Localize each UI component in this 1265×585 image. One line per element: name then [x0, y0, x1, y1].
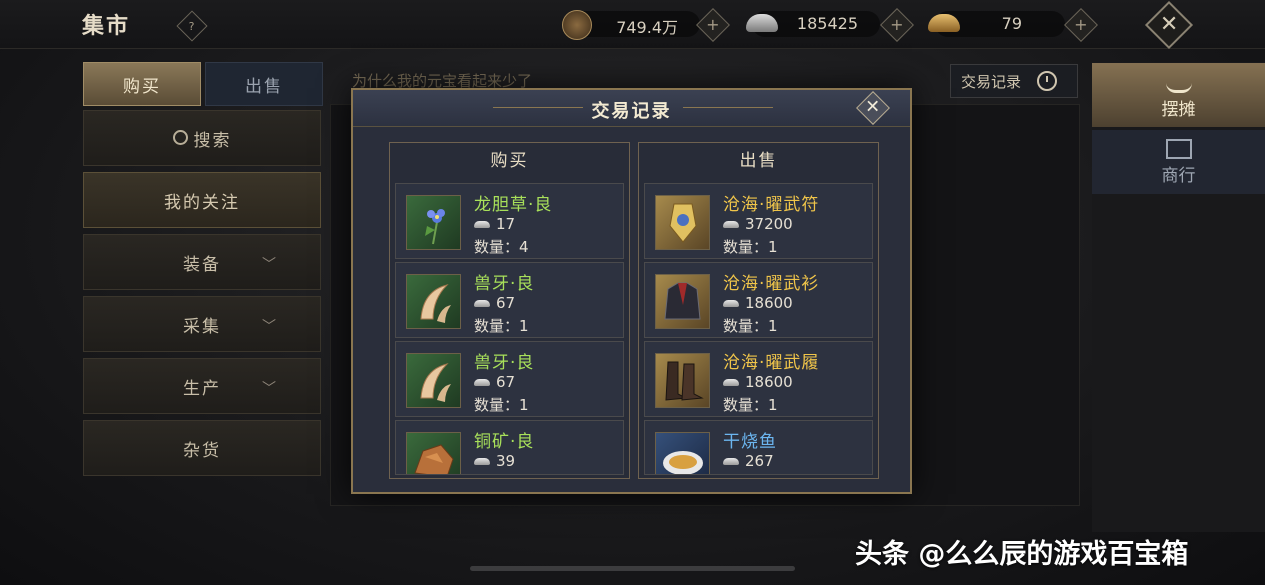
beast-fang-icon [406, 274, 461, 329]
item-name: 兽牙·良 [474, 274, 535, 294]
sidebar-item-misc[interactable]: 杂货 [83, 420, 321, 476]
list-item[interactable]: 铜矿·良 39 [395, 420, 624, 475]
close-icon: ✕ [865, 97, 881, 118]
silver-ingot-icon [474, 378, 490, 386]
search-label: 搜索 [193, 130, 232, 151]
item-name: 铜矿·良 [474, 432, 535, 452]
robe-icon [655, 274, 710, 329]
gentian-herb-icon [406, 195, 461, 250]
item-quantity: 数量：1 [474, 317, 529, 335]
item-quantity: 数量：1 [723, 317, 778, 335]
gold-ingot-icon [928, 14, 960, 32]
dialog-title: 交易记录 [591, 101, 672, 122]
item-price: 67 [474, 373, 515, 391]
item-price: 39 [474, 452, 515, 470]
clock-icon [1037, 71, 1058, 91]
beast-fang-icon [406, 353, 461, 408]
item-quantity: 数量：4 [474, 238, 529, 256]
braised-fish-icon [655, 432, 710, 474]
list-item[interactable]: 沧海·曜武履 18600 数量：1 [644, 341, 873, 417]
item-quantity: 数量：1 [723, 396, 778, 414]
item-name: 龙胆草·良 [474, 195, 553, 215]
sidebar-item-equipment[interactable]: 装备 ﹀ [83, 234, 321, 290]
list-item[interactable]: 沧海·曜武衫 18600 数量：1 [644, 262, 873, 338]
watermark: 头条 @么么辰的游戏百宝箱 [855, 539, 1189, 570]
trade-record-button[interactable]: 交易记录 [950, 64, 1078, 98]
silver-ingot-icon [746, 14, 778, 32]
shop-icon [1165, 138, 1192, 159]
page-title: 集市 [82, 14, 131, 39]
item-price: 17 [474, 215, 515, 233]
silver-ingot-icon [723, 457, 739, 465]
tab-shop[interactable]: 商行 [1092, 130, 1265, 194]
sidebar-item-gathering[interactable]: 采集 ﹀ [83, 296, 321, 352]
chevron-down-icon: ﹀ [262, 381, 278, 397]
chevron-down-icon: ﹀ [262, 319, 278, 335]
tab-buy[interactable]: 购买 [83, 62, 201, 106]
home-indicator [470, 566, 795, 571]
item-price: 67 [474, 294, 515, 312]
trade-record-dialog: 交易记录 ✕ 购买 龙胆草·良 17 数量：4 兽牙·良 67 数量：1 兽牙·… [351, 88, 912, 494]
list-item[interactable]: 沧海·曜武符 37200 数量：1 [644, 183, 873, 259]
silver-ingot-icon [474, 220, 490, 228]
copper-coin-icon [562, 10, 592, 40]
item-price: 18600 [723, 294, 793, 312]
buy-column-header: 购买 [490, 151, 529, 171]
sidebar-item-production[interactable]: 生产 ﹀ [83, 358, 321, 414]
list-item[interactable]: 兽牙·良 67 数量：1 [395, 341, 624, 417]
search-button[interactable]: 搜索 [83, 110, 321, 166]
item-price: 18600 [723, 373, 793, 391]
chevron-down-icon: ﹀ [262, 257, 278, 273]
item-quantity: 数量：1 [723, 238, 778, 256]
sell-column-header: 出售 [739, 151, 778, 171]
tab-stall[interactable]: 摆摊 [1092, 63, 1265, 127]
list-item[interactable]: 兽牙·良 67 数量：1 [395, 262, 624, 338]
search-icon [172, 129, 188, 145]
silver-ingot-icon [723, 299, 739, 307]
list-item[interactable]: 龙胆草·良 17 数量：4 [395, 183, 624, 259]
item-name: 沧海·曜武符 [723, 195, 820, 215]
silver-ingot-icon [474, 457, 490, 465]
talisman-icon [655, 195, 710, 250]
item-name: 沧海·曜武履 [723, 353, 820, 373]
silver-ingot-icon [474, 299, 490, 307]
item-name: 沧海·曜武衫 [723, 274, 820, 294]
item-name: 干烧鱼 [723, 432, 777, 452]
currency-value: 185425 [796, 14, 858, 33]
boots-icon [655, 353, 710, 408]
item-price: 267 [723, 452, 774, 470]
silver-ingot-icon [723, 378, 739, 386]
item-price: 37200 [723, 215, 793, 233]
currency-value: 749.4万 [616, 18, 678, 37]
item-quantity: 数量：1 [474, 396, 529, 414]
question-icon: ? [189, 19, 195, 33]
sidebar-item-favorites[interactable]: 我的关注 [83, 172, 321, 228]
buy-record-column: 购买 龙胆草·良 17 数量：4 兽牙·良 67 数量：1 兽牙·良 67 数量… [389, 142, 630, 479]
silver-ingot-icon [723, 220, 739, 228]
copper-ore-icon [406, 432, 461, 474]
stall-icon [1165, 70, 1192, 93]
close-icon: ✕ [1159, 12, 1179, 37]
currency-value: 79 [1001, 14, 1022, 33]
tab-sell[interactable]: 出售 [205, 62, 323, 106]
list-item[interactable]: 干烧鱼 267 [644, 420, 873, 475]
sell-record-column: 出售 沧海·曜武符 37200 数量：1 沧海·曜武衫 18600 数量：1 沧… [638, 142, 879, 479]
item-name: 兽牙·良 [474, 353, 535, 373]
